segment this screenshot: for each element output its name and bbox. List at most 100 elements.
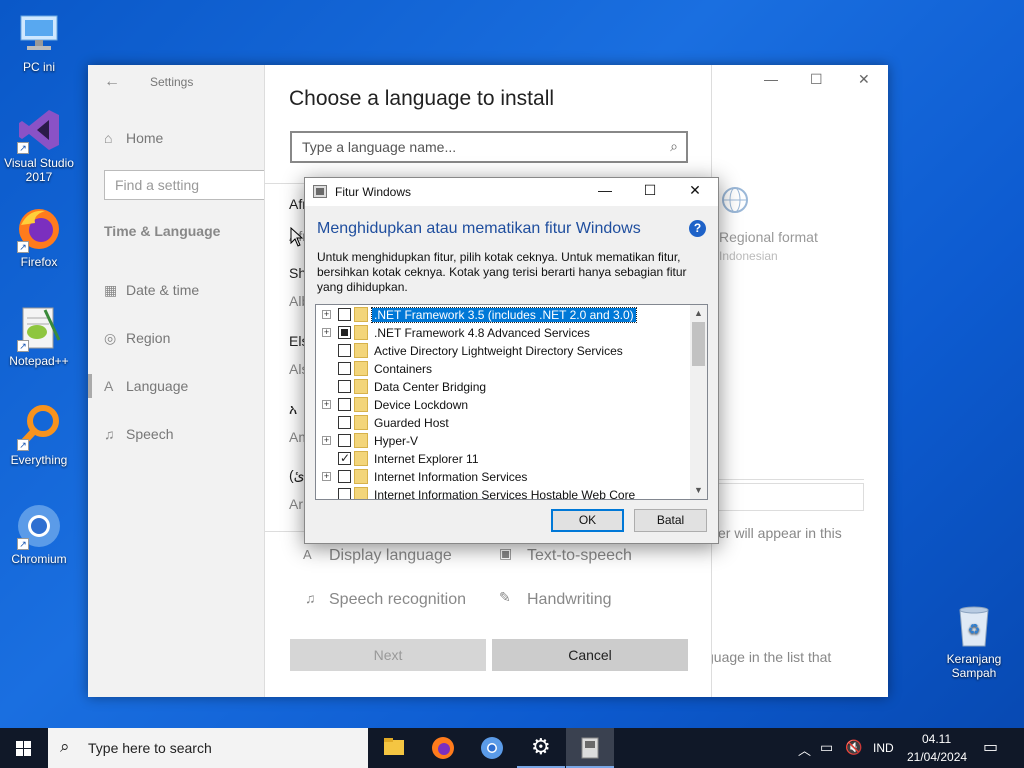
- scrollbar[interactable]: ▲ ▼: [690, 305, 707, 499]
- feature-checkbox[interactable]: [338, 451, 351, 465]
- sidebar-item-home[interactable]: ⌂ Home: [104, 130, 163, 146]
- back-arrow-icon[interactable]: ←: [104, 73, 120, 91]
- taskbar-app-chromium[interactable]: [468, 728, 516, 768]
- expand-toggle-icon[interactable]: +: [322, 436, 331, 445]
- feature-text-to-speech: Text-to-speech: [527, 547, 632, 564]
- language-row[interactable]: (ئ: [289, 467, 305, 484]
- clock-date[interactable]: 21/04/2024: [907, 750, 967, 768]
- feature-row[interactable]: + Internet Information Services: [316, 468, 690, 486]
- find-setting-input[interactable]: Find a setting: [104, 170, 274, 200]
- cancel-button[interactable]: Cancel: [492, 639, 688, 671]
- volume-muted-icon[interactable]: 🔇: [845, 739, 862, 768]
- regional-format-link[interactable]: Regional format: [719, 229, 818, 245]
- sidebar-item-date-time[interactable]: ▦ Date & time: [104, 282, 199, 299]
- search-icon: ⌕: [60, 737, 70, 756]
- feature-checkbox[interactable]: [338, 380, 351, 393]
- scroll-thumb[interactable]: [692, 322, 705, 366]
- desktop-icon-everything[interactable]: ↗ Everything: [1, 403, 77, 467]
- show-hidden-icons-chevron-icon[interactable]: ︿: [798, 740, 811, 768]
- search-box-fragment: [712, 483, 864, 511]
- desktop-icon-notepadpp[interactable]: ↗ Notepad++: [1, 304, 77, 368]
- notifications-icon[interactable]: ▭: [983, 737, 998, 768]
- desktop-icon-label: Keranjang Sampah: [946, 652, 1002, 680]
- mouse-cursor-icon: [290, 226, 304, 252]
- sidebar-item-language[interactable]: A Language: [104, 378, 188, 394]
- desktop-icon-firefox[interactable]: ↗ Firefox: [1, 205, 77, 269]
- taskbar-app-file-explorer[interactable]: [370, 728, 418, 768]
- feature-checkbox[interactable]: [338, 362, 351, 375]
- home-icon: ⌂: [104, 130, 113, 146]
- close-button[interactable]: ✕: [858, 71, 870, 88]
- expand-toggle-icon[interactable]: +: [322, 400, 331, 409]
- input-language-indicator[interactable]: IND: [873, 741, 894, 768]
- feature-row[interactable]: Active Directory Lightweight Directory S…: [316, 342, 690, 360]
- minimize-button[interactable]: —: [593, 182, 617, 198]
- minimize-button[interactable]: —: [764, 71, 778, 87]
- chromium-icon: [481, 737, 503, 759]
- feature-row[interactable]: + Hyper-V: [316, 432, 690, 450]
- feature-checkbox[interactable]: [338, 326, 351, 339]
- feature-row[interactable]: Internet Information Services Hostable W…: [316, 486, 690, 500]
- globe-icon: ◎: [104, 330, 117, 346]
- scroll-up-arrow[interactable]: ▲: [690, 305, 707, 322]
- folder-icon: [354, 469, 368, 484]
- desktop-icon-chromium[interactable]: ↗ Chromium: [1, 502, 77, 566]
- feature-checkbox[interactable]: [338, 470, 351, 483]
- everything-icon: ↗: [15, 403, 63, 451]
- feature-row[interactable]: Data Center Bridging: [316, 378, 690, 396]
- text-to-speech-icon: ▣: [499, 545, 513, 561]
- feature-label: Hyper-V: [374, 434, 419, 448]
- features-tree[interactable]: + .NET Framework 3.5 (includes .NET 2.0 a…: [315, 304, 708, 500]
- cancel-button[interactable]: Batal: [634, 509, 707, 532]
- start-button[interactable]: [0, 728, 48, 768]
- feature-label: Internet Information Services Hostable W…: [374, 488, 636, 500]
- feature-row[interactable]: + Device Lockdown: [316, 396, 690, 414]
- folder-icon: [354, 451, 368, 466]
- pc-icon: [15, 10, 63, 58]
- feature-row[interactable]: + .NET Framework 4.8 Advanced Services: [316, 324, 690, 342]
- feature-checkbox[interactable]: [338, 344, 351, 357]
- taskbar-app-settings[interactable]: ⚙: [517, 728, 565, 768]
- expand-toggle-icon[interactable]: +: [322, 472, 331, 481]
- feature-row[interactable]: Internet Explorer 11: [316, 450, 690, 468]
- feature-checkbox[interactable]: [338, 488, 351, 499]
- network-icon[interactable]: ▭: [820, 739, 833, 768]
- taskbar-app-fitur-windows[interactable]: [566, 728, 614, 768]
- feature-label: Internet Explorer 11: [374, 452, 479, 466]
- maximize-button[interactable]: ☐: [810, 71, 823, 88]
- next-button[interactable]: Next: [290, 639, 486, 671]
- scroll-down-arrow[interactable]: ▼: [690, 482, 707, 499]
- windows-logo-icon: [16, 741, 31, 756]
- expand-toggle-icon[interactable]: +: [322, 328, 331, 337]
- feature-checkbox[interactable]: [338, 398, 351, 411]
- feature-checkbox[interactable]: [338, 416, 351, 429]
- maximize-button[interactable]: ☐: [638, 182, 662, 199]
- taskbar-search-box[interactable]: ⌕ Type here to search: [48, 728, 368, 768]
- language-row[interactable]: አ: [289, 401, 297, 418]
- language-search-input[interactable]: Type a language name... ⌕: [290, 131, 688, 163]
- shortcut-arrow-icon: ↗: [17, 142, 29, 154]
- ok-button[interactable]: OK: [551, 509, 624, 532]
- folder-icon: [354, 379, 368, 394]
- expand-toggle-icon[interactable]: +: [322, 310, 331, 319]
- helper-text-2: guage in the list that: [706, 649, 832, 665]
- folder-icon: [354, 325, 368, 340]
- desktop-icon-recycle-bin[interactable]: ♻ Keranjang Sampah: [936, 602, 1012, 680]
- desktop-icon-label: Chromium: [11, 552, 67, 566]
- sidebar-item-speech[interactable]: ♫ Speech: [104, 426, 173, 442]
- feature-checkbox[interactable]: [338, 434, 351, 447]
- feature-row[interactable]: Guarded Host: [316, 414, 690, 432]
- dialog-titlebar: Fitur Windows — ☐ ✕: [305, 178, 718, 206]
- feature-checkbox[interactable]: [338, 308, 351, 321]
- shortcut-arrow-icon: ↗: [17, 340, 29, 352]
- feature-row[interactable]: + .NET Framework 3.5 (includes .NET 2.0 a…: [316, 306, 690, 324]
- desktop-icon-visual-studio[interactable]: ↗ Visual Studio 2017: [1, 106, 77, 184]
- desktop-icon-label: Firefox: [20, 255, 58, 269]
- taskbar-app-firefox[interactable]: [419, 728, 467, 768]
- desktop-icon-pc[interactable]: PC ini: [1, 10, 77, 74]
- feature-row[interactable]: Containers: [316, 360, 690, 378]
- shortcut-arrow-icon: ↗: [17, 439, 29, 451]
- sidebar-item-region[interactable]: ◎ Region: [104, 330, 170, 347]
- help-icon[interactable]: ?: [689, 220, 706, 237]
- close-button[interactable]: ✕: [683, 182, 707, 199]
